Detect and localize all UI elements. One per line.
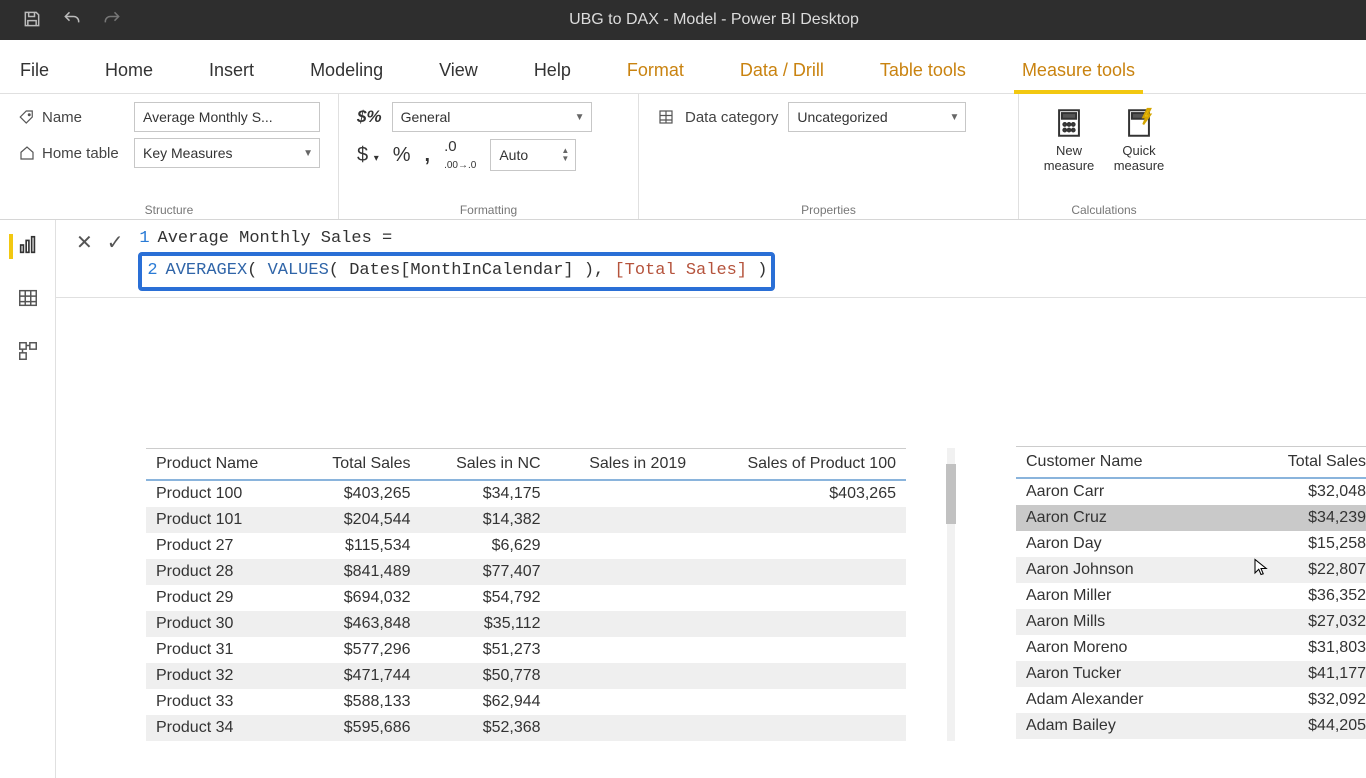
column-header[interactable]: Sales in 2019 [551, 448, 697, 480]
table-row[interactable]: Aaron Moreno$31,803 [1016, 635, 1366, 661]
table-row[interactable]: Product 30$463,848$35,112 [146, 611, 906, 637]
tab-format[interactable]: Format [599, 50, 712, 93]
undo-icon[interactable] [62, 9, 82, 32]
column-header[interactable]: Sales in NC [421, 448, 551, 480]
column-header[interactable]: Total Sales [298, 448, 420, 480]
data-view-button[interactable] [17, 287, 39, 312]
redo-icon[interactable] [102, 9, 122, 32]
new-measure-button[interactable]: New measure [1037, 106, 1101, 174]
formula-editor[interactable]: 1Average Monthly Sales = 2 AVERAGEX( VAL… [138, 226, 776, 291]
name-label: Name [18, 108, 124, 126]
ribbon-group-properties: Data category Uncategorized ▼ Properties [639, 94, 1019, 219]
group-label-calculations: Calculations [1037, 197, 1171, 217]
ribbon-group-calculations: New measure Quick measure Calculations [1019, 94, 1189, 219]
column-header[interactable]: Customer Name [1016, 446, 1226, 478]
table-row[interactable]: Aaron Johnson$22,807 [1016, 557, 1366, 583]
save-icon[interactable] [22, 9, 42, 32]
tab-home[interactable]: Home [77, 50, 181, 93]
group-label-formatting: Formatting [357, 197, 620, 217]
tab-measure-tools[interactable]: Measure tools [994, 50, 1163, 93]
tab-table-tools[interactable]: Table tools [852, 50, 994, 93]
table-row[interactable]: Product 27$115,534$6,629 [146, 533, 906, 559]
report-canvas[interactable]: Product NameTotal SalesSales in NCSales … [56, 298, 1366, 778]
home-table-select[interactable]: Key Measures ▼ [134, 138, 320, 168]
scrollbar[interactable]: ▴ [944, 448, 958, 741]
tab-help[interactable]: Help [506, 50, 599, 93]
decimals-input[interactable]: Auto ▲▼ [490, 139, 576, 171]
format-select[interactable]: General ▼ [392, 102, 592, 132]
window-title: UBG to DAX - Model - Power BI Desktop [122, 11, 1366, 29]
tab-modeling[interactable]: Modeling [282, 50, 411, 93]
visual-customers-table[interactable]: Customer NameTotal Sales Aaron Carr$32,0… [1016, 446, 1366, 739]
tab-data-drill[interactable]: Data / Drill [712, 50, 852, 93]
data-category-label: Data category [657, 108, 778, 126]
ribbon-group-formatting: $% General ▼ $ ▾ % , .0.00→.0 Auto ▲▼ Fo… [339, 94, 639, 219]
quick-measure-button[interactable]: Quick measure [1107, 106, 1171, 174]
table-row[interactable]: Product 29$694,032$54,792 [146, 585, 906, 611]
ribbon-group-structure: Name Average Monthly S... Home table Key… [0, 94, 339, 219]
currency-button[interactable]: $ ▾ [357, 144, 379, 167]
table-row[interactable]: Aaron Carr$32,048 [1016, 478, 1366, 505]
home-table-label: Home table [18, 144, 124, 162]
table-row[interactable]: Product 28$841,489$77,407 [146, 559, 906, 585]
visual-products-table[interactable]: Product NameTotal SalesSales in NCSales … [146, 448, 906, 741]
decimal-button[interactable]: .0.00→.0 [444, 138, 476, 172]
chevron-down-icon: ▼ [949, 112, 959, 123]
table-row[interactable]: Product 100$403,265$34,175$403,265 [146, 480, 906, 507]
table-row[interactable]: Adam Alexander$32,092 [1016, 687, 1366, 713]
table-row[interactable]: Aaron Cruz$34,239 [1016, 505, 1366, 531]
commit-formula-icon[interactable]: ✓ [107, 226, 124, 255]
column-header[interactable]: Sales of Product 100 [696, 448, 906, 480]
chevron-down-icon: ▼ [303, 148, 313, 159]
ribbon: Name Average Monthly S... Home table Key… [0, 94, 1366, 220]
table-row[interactable]: Product 32$471,744$50,778 [146, 663, 906, 689]
view-switcher [0, 220, 56, 778]
table-row[interactable]: Product 34$595,686$52,368 [146, 715, 906, 741]
percent-button[interactable]: % [393, 144, 411, 167]
report-view-button[interactable] [9, 234, 39, 259]
table-row[interactable]: Aaron Day$15,258 [1016, 531, 1366, 557]
title-bar: UBG to DAX - Model - Power BI Desktop [0, 0, 1366, 40]
spinner-icon[interactable]: ▲▼ [561, 147, 569, 163]
cancel-formula-icon[interactable]: ✕ [76, 226, 93, 255]
model-view-button[interactable] [17, 340, 39, 365]
column-header[interactable]: Total Sales [1226, 446, 1366, 478]
table-row[interactable]: Aaron Mills$27,032 [1016, 609, 1366, 635]
table-row[interactable]: Product 101$204,544$14,382 [146, 507, 906, 533]
data-category-select[interactable]: Uncategorized ▼ [788, 102, 966, 132]
measure-name-input[interactable]: Average Monthly S... [134, 102, 320, 132]
tab-insert[interactable]: Insert [181, 50, 282, 93]
table-row[interactable]: Product 33$588,133$62,944 [146, 689, 906, 715]
menu-bar: File HomeInsertModelingViewHelpFormatDat… [0, 40, 1366, 94]
file-menu[interactable]: File [0, 50, 77, 93]
table-row[interactable]: Aaron Miller$36,352 [1016, 583, 1366, 609]
table-row[interactable]: Product 31$577,296$51,273 [146, 637, 906, 663]
tab-view[interactable]: View [411, 50, 506, 93]
chevron-down-icon: ▼ [575, 112, 585, 123]
column-header[interactable]: Product Name [146, 448, 298, 480]
table-row[interactable]: Adam Bailey$44,205 [1016, 713, 1366, 739]
table-row[interactable]: Aaron Tucker$41,177 [1016, 661, 1366, 687]
format-icon: $% [357, 107, 382, 127]
group-label-structure: Structure [18, 197, 320, 217]
thousands-button[interactable]: , [425, 144, 431, 167]
scroll-thumb[interactable] [946, 464, 956, 524]
formula-bar[interactable]: ✕ ✓ 1Average Monthly Sales = 2 AVERAGEX(… [56, 220, 1366, 298]
group-label-properties: Properties [657, 197, 1000, 217]
